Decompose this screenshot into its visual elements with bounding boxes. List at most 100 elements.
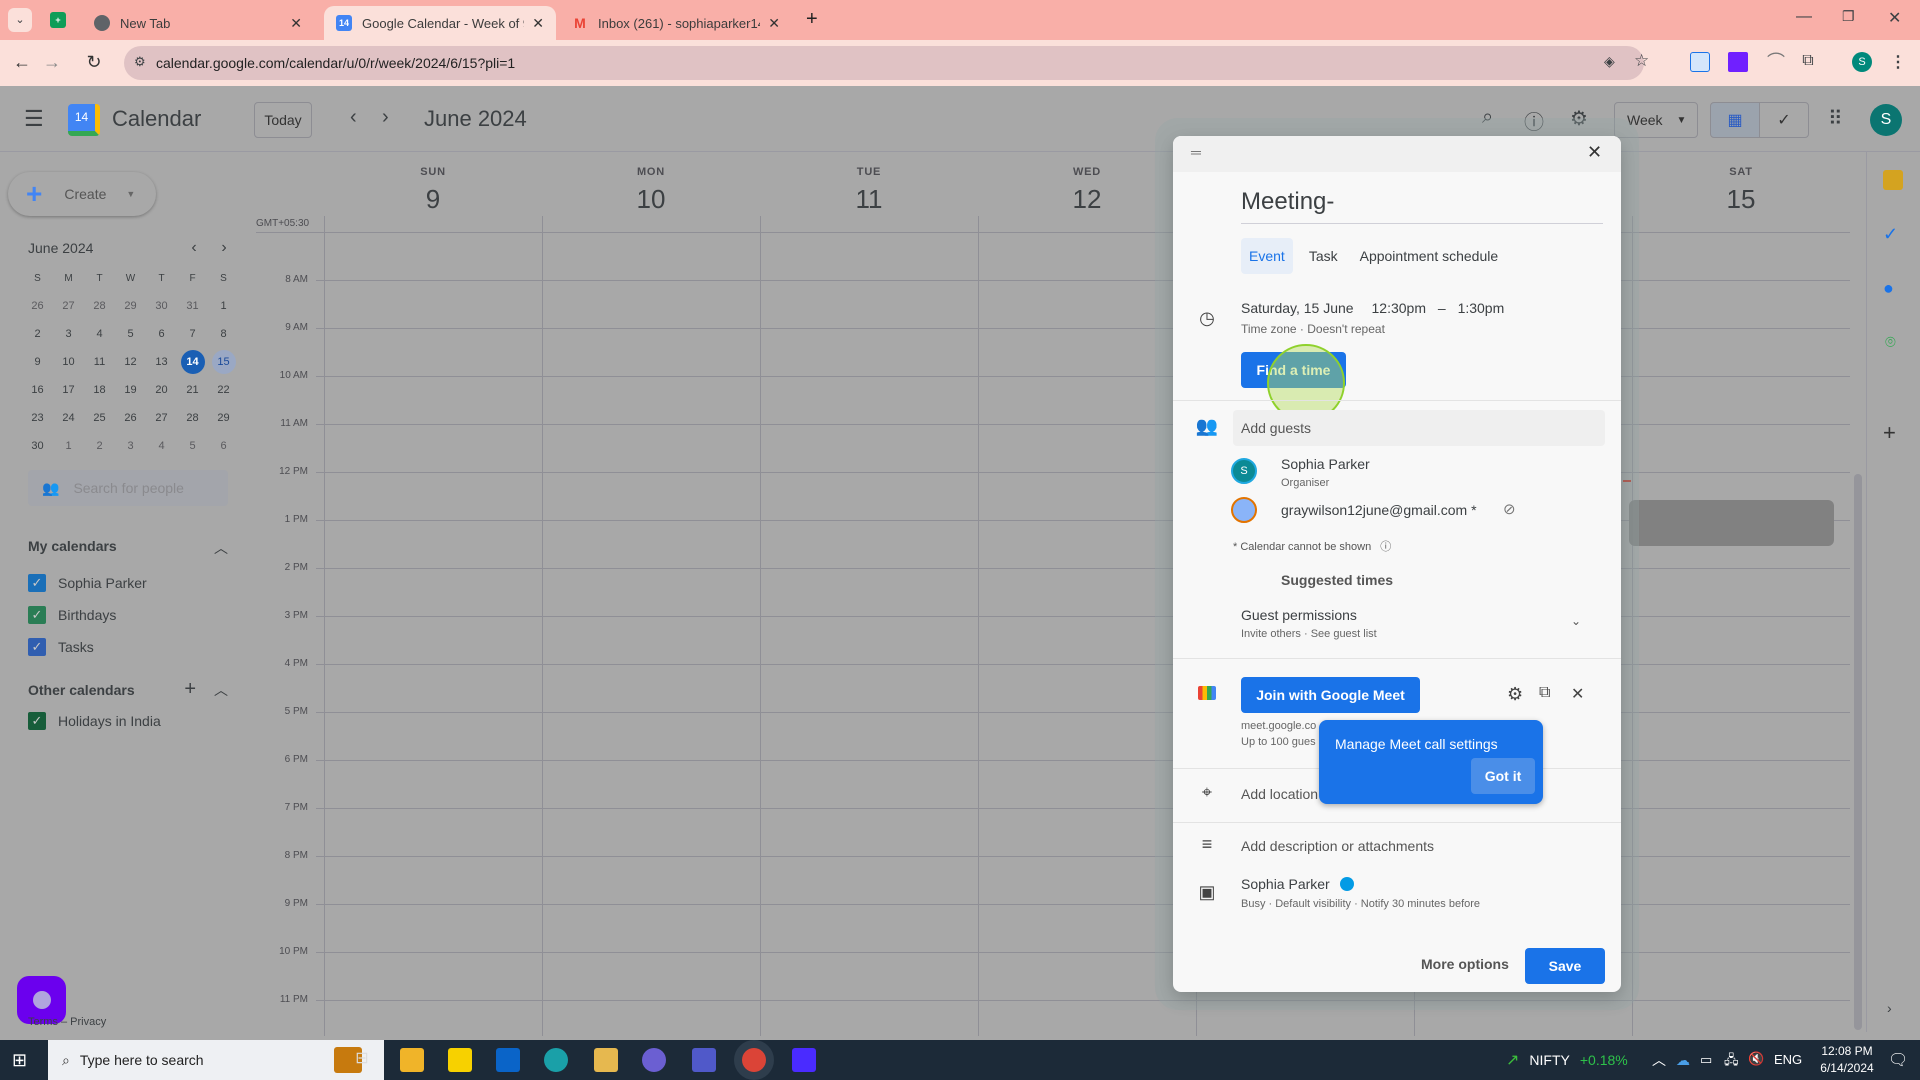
mini-calendar-day[interactable]: 13 (150, 350, 174, 374)
mini-calendar-day[interactable]: 16 (26, 378, 50, 402)
meet-link[interactable]: meet.google.co (1241, 720, 1316, 732)
day-number[interactable]: 15 (1632, 184, 1850, 215)
guest-permissions-title[interactable]: Guest permissions (1241, 607, 1357, 623)
mini-calendar-day[interactable]: 8 (212, 322, 236, 346)
mini-calendar-day[interactable]: 27 (57, 294, 81, 318)
copilot-icon[interactable] (642, 1048, 666, 1072)
notifications-icon[interactable]: 🗨 (1888, 1050, 1908, 1070)
calendar-item-tasks[interactable]: ✓ Tasks (28, 638, 94, 656)
calendar-item-holidays-india[interactable]: ✓ Holidays in India (28, 712, 161, 730)
tab-google-calendar[interactable]: 14 Google Calendar - Week of 9 Ju ✕ (324, 6, 556, 40)
calendar-item-sophia-parker[interactable]: ✓ Sophia Parker (28, 574, 147, 592)
new-tab-button[interactable]: + (806, 8, 818, 31)
account-avatar[interactable]: S (1870, 104, 1902, 136)
mini-calendar-day[interactable]: 10 (57, 350, 81, 374)
mini-calendar-day[interactable]: 1 (212, 294, 236, 318)
onedrive-folder-icon[interactable] (594, 1048, 618, 1072)
close-window-button[interactable]: ✕ (1888, 8, 1901, 28)
event-start-time[interactable]: 12:30pm (1372, 300, 1426, 316)
lens-icon[interactable]: ◈ (1604, 53, 1615, 70)
mini-calendar-day[interactable]: 26 (119, 406, 143, 430)
my-calendars-header[interactable]: My calendars ︿ (28, 538, 228, 558)
help-icon[interactable]: ⓘ (1524, 106, 1544, 135)
calendar-view-toggle[interactable]: ▦ (1710, 102, 1760, 138)
outlook-icon[interactable] (496, 1048, 520, 1072)
mini-calendar-day[interactable]: 23 (26, 406, 50, 430)
mini-calendar-day[interactable]: 14 (180, 350, 205, 374)
file-explorer-icon[interactable] (400, 1048, 424, 1072)
more-options-button[interactable]: More options (1421, 956, 1509, 972)
day-number[interactable]: 11 (760, 184, 978, 215)
mini-calendar-day[interactable]: 4 (150, 434, 174, 458)
profile-avatar[interactable]: S (1852, 52, 1872, 72)
checkbox[interactable]: ✓ (28, 574, 46, 592)
create-button[interactable]: + Create ▼ (8, 172, 156, 216)
tab-task[interactable]: Task (1301, 238, 1346, 274)
language-indicator[interactable]: ENG (1774, 1052, 1802, 1067)
mini-calendar-day[interactable]: 30 (150, 294, 174, 318)
mini-calendar-day[interactable]: 9 (26, 350, 50, 374)
mini-calendar-day[interactable]: 22 (212, 378, 236, 402)
onedrive-cloud-icon[interactable]: ☁ (1676, 1052, 1690, 1069)
event-end-time[interactable]: 1:30pm (1458, 300, 1505, 316)
add-guests-input[interactable]: Add guests (1233, 410, 1605, 446)
mini-calendar-day[interactable]: 2 (88, 434, 112, 458)
restore-button[interactable]: ❐ (1842, 8, 1855, 25)
extensions-puzzle-icon[interactable]: ⧉ (1798, 52, 1818, 72)
calendar-owner[interactable]: Sophia Parker (1241, 876, 1354, 892)
mini-calendar-day[interactable]: 4 (88, 322, 112, 346)
remove-meet-close-icon[interactable]: ✕ (1571, 684, 1584, 704)
battery-icon[interactable]: ▭ (1700, 1052, 1712, 1068)
extension-icon-2[interactable] (1728, 52, 1748, 72)
event-title-input[interactable]: Meeting- (1241, 188, 1603, 224)
copy-link-icon[interactable]: ⧉ (1539, 684, 1550, 702)
apps-grid-icon[interactable]: ⠿ (1828, 106, 1843, 131)
mini-calendar-day[interactable]: 26 (26, 294, 50, 318)
add-description-input[interactable]: Add description or attachments (1241, 838, 1434, 854)
tab-close-icon[interactable]: ✕ (290, 15, 302, 32)
mini-calendar-day[interactable]: 6 (150, 322, 174, 346)
join-google-meet-button[interactable]: Join with Google Meet (1241, 677, 1420, 713)
mini-calendar-day[interactable]: 12 (119, 350, 143, 374)
mini-calendar-day[interactable]: 1 (57, 434, 81, 458)
extension-icon-3[interactable]: ⌒ (1766, 52, 1786, 72)
forward-button[interactable]: → (40, 50, 64, 74)
contacts-icon[interactable]: ● (1883, 278, 1894, 299)
tab-event[interactable]: Event (1241, 238, 1293, 274)
tasks-icon[interactable]: ✓ (1883, 224, 1898, 245)
view-select[interactable]: Week ▼ (1614, 102, 1698, 138)
tab-appointment-schedule[interactable]: Appointment schedule (1352, 238, 1507, 274)
expand-panel-chevron-icon[interactable]: › (1887, 1000, 1892, 1016)
mini-calendar-day[interactable]: 5 (181, 434, 205, 458)
next-week-button[interactable]: › (382, 106, 389, 129)
suggested-times-link[interactable]: Suggested times (1281, 572, 1393, 588)
mini-calendar-day[interactable]: 5 (119, 322, 143, 346)
event-datetime[interactable]: Saturday, 15 June 12:30pm – 1:30pm (1241, 300, 1504, 316)
extension-icon-1[interactable] (1690, 52, 1710, 72)
mini-calendar-day[interactable]: 15 (211, 350, 236, 374)
expand-permissions-chevron-icon[interactable]: ⌄ (1571, 614, 1581, 628)
address-bar[interactable]: ⚙ calendar.google.com/calendar/u/0/r/wee… (124, 46, 1649, 80)
day-number[interactable]: 10 (542, 184, 760, 215)
calendar-item-birthdays[interactable]: ✓ Birthdays (28, 606, 116, 624)
close-icon[interactable]: ✕ (1587, 142, 1602, 163)
event-date[interactable]: Saturday, 15 June (1241, 300, 1354, 316)
mini-calendar-day[interactable]: 7 (181, 322, 205, 346)
back-button[interactable]: ← (10, 50, 34, 74)
network-icon[interactable]: 🖧 (1724, 1051, 1739, 1073)
day-header[interactable]: SUN 9 (324, 166, 542, 215)
event-placeholder-block[interactable] (1629, 500, 1834, 546)
prev-week-button[interactable]: ‹ (350, 106, 357, 129)
site-info-icon[interactable]: ⚙ (134, 54, 146, 70)
mini-calendar-day[interactable]: 31 (181, 294, 205, 318)
reload-button[interactable]: ↻ (82, 50, 106, 74)
stock-ticker-widget[interactable]: ↗ NIFTY +0.18% (1506, 1050, 1628, 1070)
maps-icon[interactable]: ⌾ (1885, 332, 1896, 353)
drag-handle-icon[interactable]: ═ (1191, 144, 1201, 160)
task-view-icon[interactable]: ⊟ (350, 1048, 374, 1072)
day-header[interactable]: SAT 15 (1632, 166, 1850, 215)
mini-calendar-day[interactable]: 6 (212, 434, 236, 458)
volume-muted-icon[interactable]: 🔇 (1748, 1051, 1764, 1067)
mini-calendar-day[interactable]: 3 (57, 322, 81, 346)
day-number[interactable]: 9 (324, 184, 542, 215)
